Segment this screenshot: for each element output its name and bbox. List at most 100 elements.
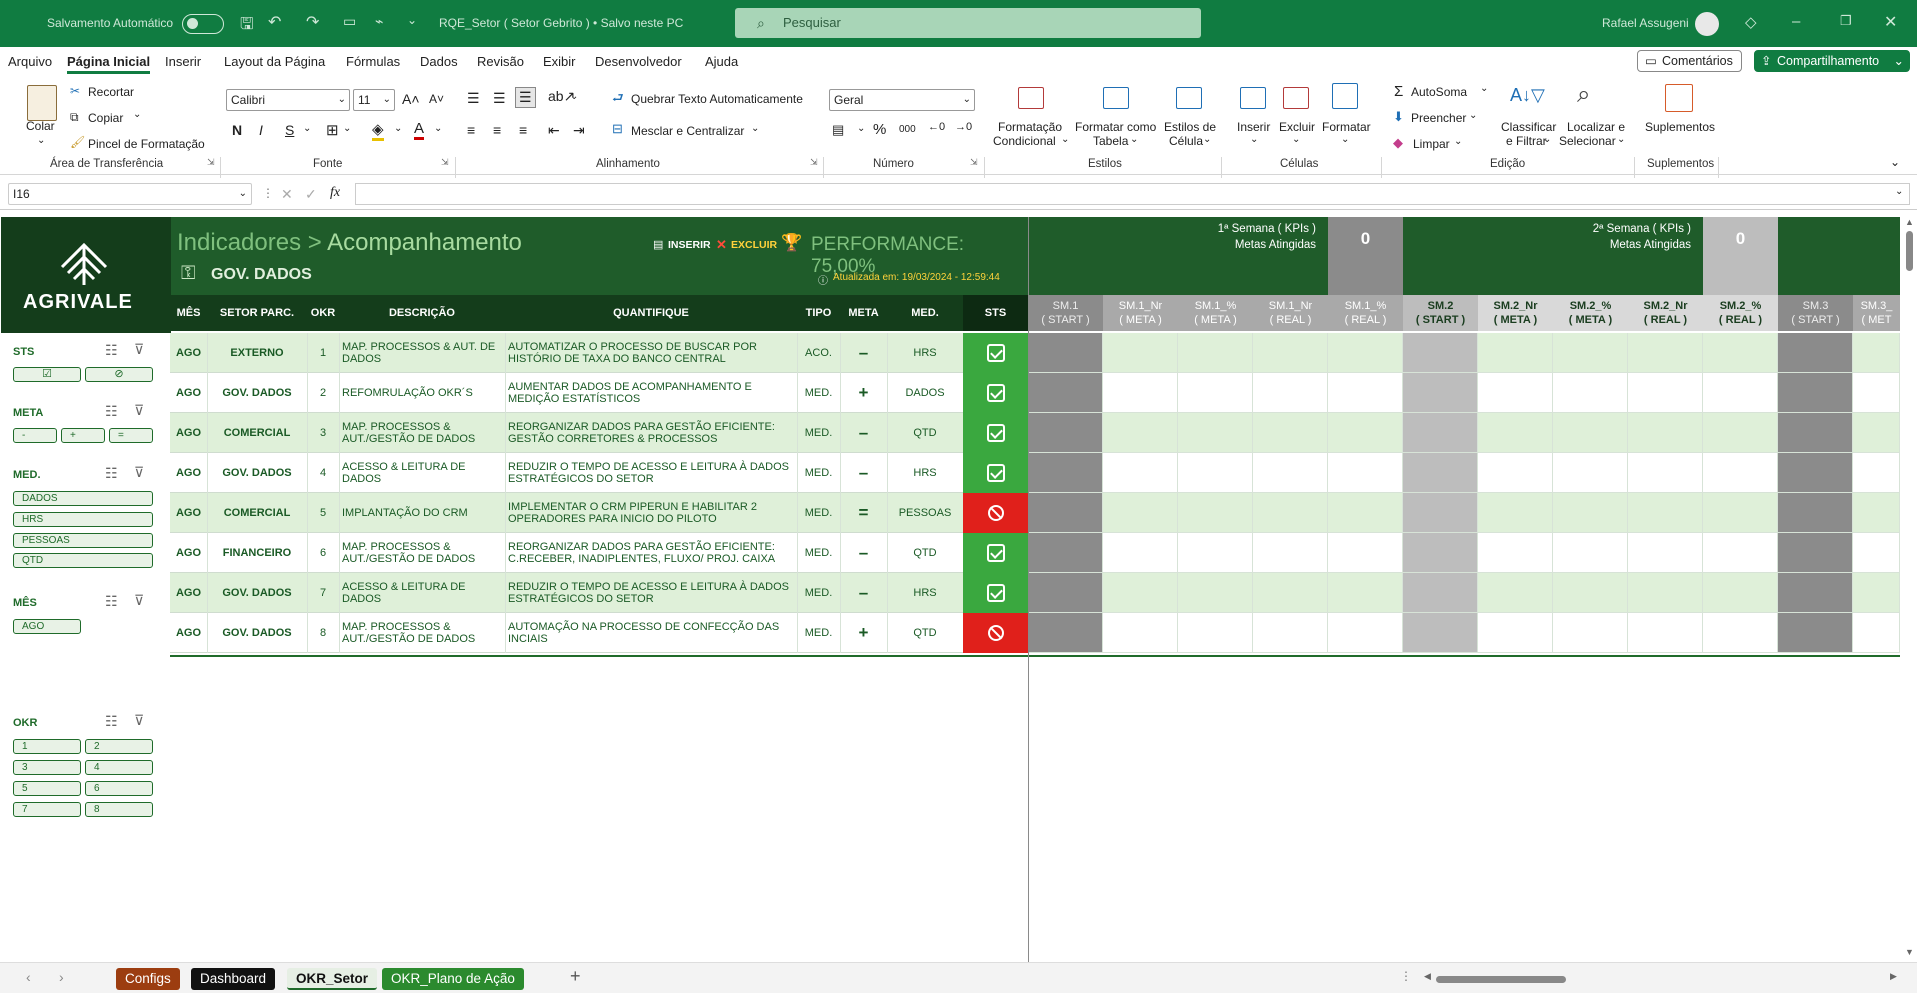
week-cell[interactable] [1028, 533, 1103, 573]
delete-cells-icon[interactable] [1283, 87, 1309, 109]
close-icon[interactable]: ✕ [1884, 12, 1897, 32]
slicer-okr-item[interactable]: 8 [85, 802, 153, 817]
slicer-sts-ok[interactable]: ☑ [13, 367, 81, 382]
tab-configs[interactable]: Configs [116, 968, 180, 990]
cell-meta[interactable]: = [843, 493, 884, 533]
week-cell[interactable] [1703, 453, 1778, 493]
week-cell[interactable] [1478, 533, 1553, 573]
sort-filter-icon[interactable]: A↓▽ [1510, 85, 1545, 106]
week-cell[interactable] [1178, 453, 1253, 493]
horizontal-scroll-thumb[interactable] [1436, 976, 1566, 983]
chevron-down-icon[interactable]: ⌄ [37, 135, 45, 146]
col-descricao[interactable]: DESCRIÇÃO [339, 307, 505, 319]
week-cell[interactable] [1778, 413, 1853, 453]
cell-meta[interactable]: + [843, 613, 884, 653]
slicer-okr-item[interactable]: 1 [13, 739, 81, 754]
cell-mes[interactable]: AGO [173, 613, 204, 653]
week-cell[interactable] [1553, 613, 1628, 653]
week-col[interactable]: SM.3( START ) [1778, 295, 1853, 331]
week-cell[interactable] [1103, 493, 1178, 533]
cell-desc[interactable]: ACESSO & LEITURA DE DADOS [342, 573, 502, 613]
cell-setor[interactable]: GOV. DADOS [210, 573, 304, 613]
week-cell[interactable] [1253, 453, 1328, 493]
cell-setor[interactable]: COMERCIAL [210, 413, 304, 453]
cell-quant[interactable]: AUTOMATIZAR O PROCESSO DE BUSCAR POR HIS… [508, 333, 794, 373]
week-cell[interactable] [1703, 613, 1778, 653]
cell-styles-icon[interactable] [1176, 87, 1202, 109]
week-cell[interactable] [1853, 333, 1900, 373]
chevron-down-icon[interactable]: ⌄ [570, 91, 578, 102]
copy-button[interactable]: Copiar [88, 111, 123, 125]
font-color-icon[interactable]: A [414, 120, 425, 140]
vertical-scrollbar[interactable]: ▲ ▼ [1902, 217, 1917, 962]
font-size-select[interactable]: 11 ⌄ [353, 89, 395, 111]
bold-icon[interactable]: N [232, 122, 242, 138]
slicer-okr-item[interactable]: 6 [85, 781, 153, 796]
delete-x-icon[interactable]: ✕ [716, 237, 727, 253]
cell-mes[interactable]: AGO [173, 373, 204, 413]
tab-okr-plano[interactable]: OKR_Plano de Ação [382, 968, 524, 990]
week-cell[interactable] [1553, 333, 1628, 373]
week-cell[interactable] [1403, 493, 1478, 533]
cell-desc[interactable]: ACESSO & LEITURA DE DADOS [342, 453, 502, 493]
multi-select-icon[interactable]: ☷ [105, 465, 118, 482]
multi-select-icon[interactable]: ☷ [105, 713, 118, 730]
format-cells-icon[interactable] [1332, 83, 1358, 109]
chevron-down-icon[interactable]: ⌄ [1617, 134, 1625, 145]
chevron-down-icon[interactable]: ⌄ [434, 123, 442, 134]
week-cell[interactable] [1403, 573, 1478, 613]
cell-setor[interactable]: FINANCEIRO [210, 533, 304, 573]
week-cell[interactable] [1553, 373, 1628, 413]
week-cell[interactable] [1253, 533, 1328, 573]
search-input[interactable]: ⌕ Pesquisar [735, 8, 1201, 38]
week-cell[interactable] [1328, 573, 1403, 613]
menu-revisao[interactable]: Revisão [477, 54, 524, 69]
next-sheet-icon[interactable]: › [59, 969, 64, 985]
week-cell[interactable] [1028, 453, 1103, 493]
week-cell[interactable] [1703, 373, 1778, 413]
status-cell[interactable] [963, 493, 1028, 533]
cell-quant[interactable]: AUTOMAÇÃO NA PROCESSO DE CONFECÇÃO DAS I… [508, 613, 794, 653]
cell-desc[interactable]: IMPLANTAÇÃO DO CRM [342, 493, 502, 533]
week-col[interactable]: SM.1( START ) [1028, 295, 1103, 331]
delete-cells-button[interactable]: Excluir [1279, 120, 1315, 134]
increase-decimal-icon[interactable]: ←0 [928, 121, 945, 133]
multi-select-icon[interactable]: ☷ [105, 342, 118, 359]
cell-meta[interactable]: – [843, 453, 884, 493]
insert-cells-button[interactable]: Inserir [1237, 120, 1270, 134]
borders-icon[interactable]: ⊞ [326, 121, 339, 139]
slicer-med-item[interactable]: QTD [13, 553, 153, 568]
week-cell[interactable] [1628, 453, 1703, 493]
cell-med[interactable]: DADOS [890, 373, 960, 413]
align-center-icon[interactable]: ≡ [493, 122, 501, 138]
slicer-med-item[interactable]: DADOS [13, 491, 153, 506]
cell-med[interactable]: HRS [890, 333, 960, 373]
week-cell[interactable] [1253, 333, 1328, 373]
format-table-icon[interactable] [1103, 87, 1129, 109]
week-cell[interactable] [1178, 613, 1253, 653]
collapse-ribbon-icon[interactable]: ⌄ [1890, 155, 1900, 169]
cell-tipo[interactable]: MED. [800, 373, 837, 413]
week-cell[interactable] [1553, 453, 1628, 493]
paste-icon[interactable] [27, 85, 57, 121]
cell-desc[interactable]: MAP. PROCESSOS & AUT. DE DADOS [342, 333, 502, 373]
week-cell[interactable] [1778, 453, 1853, 493]
cell-mes[interactable]: AGO [173, 413, 204, 453]
week-cell[interactable] [1328, 413, 1403, 453]
week-col[interactable]: SM.2( START ) [1403, 295, 1478, 331]
clear-filter-icon[interactable]: ⊽ [134, 402, 144, 419]
scroll-thumb[interactable] [1906, 231, 1913, 271]
week-col[interactable]: SM.2_Nr( META ) [1478, 295, 1553, 331]
week-cell[interactable] [1478, 493, 1553, 533]
week-cell[interactable] [1328, 493, 1403, 533]
week-cell[interactable] [1403, 613, 1478, 653]
week-cell[interactable] [1178, 333, 1253, 373]
week-cell[interactable] [1328, 453, 1403, 493]
cell-quant[interactable]: REDUZIR O TEMPO DE ACESSO E LEITURA À DA… [508, 453, 794, 493]
col-tipo[interactable]: TIPO [797, 307, 840, 319]
chevron-down-icon[interactable]: ⌄ [394, 123, 402, 134]
italic-icon[interactable]: I [259, 122, 263, 138]
scroll-down-icon[interactable]: ▼ [1905, 947, 1914, 957]
week-cell[interactable] [1403, 413, 1478, 453]
col-meta[interactable]: META [840, 307, 887, 319]
